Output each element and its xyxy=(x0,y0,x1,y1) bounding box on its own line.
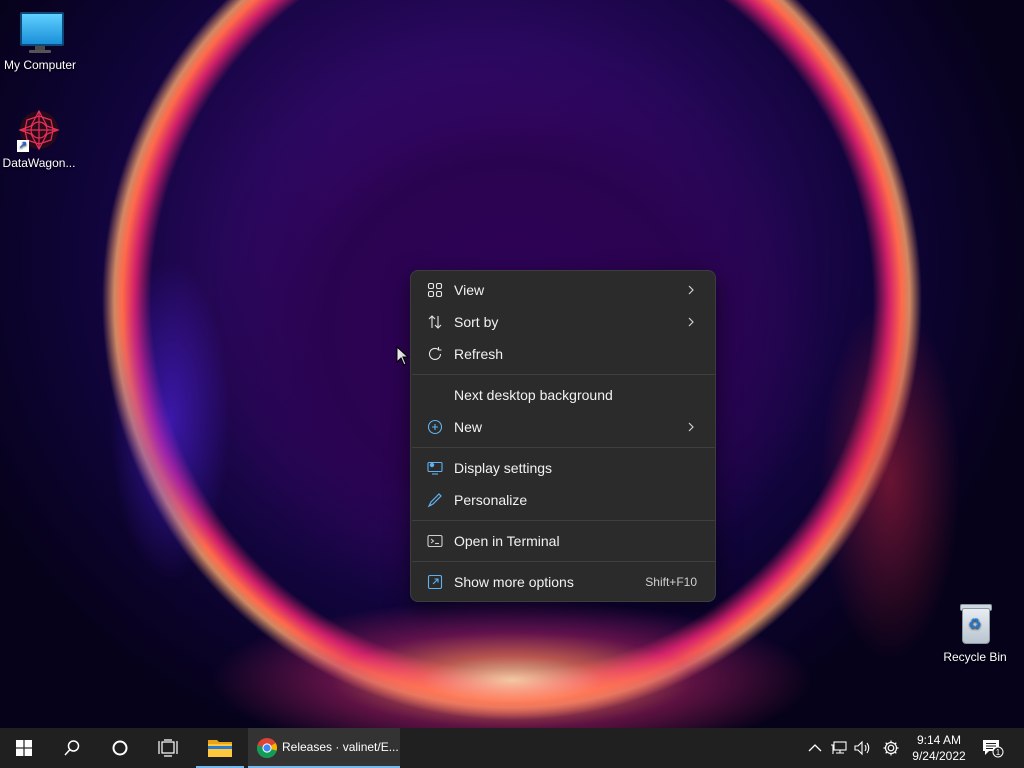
folder-icon xyxy=(208,740,232,757)
chevron-right-icon xyxy=(688,317,694,327)
menu-separator xyxy=(412,374,716,375)
desktop-icon-recycle-bin[interactable]: ♻ Recycle Bin xyxy=(935,602,1015,664)
network-icon xyxy=(831,741,847,754)
desktop-icon-label: Recycle Bin xyxy=(943,650,1007,664)
search-button[interactable] xyxy=(48,728,96,768)
wallpaper-glow-left xyxy=(100,260,240,580)
notification-count: 1 xyxy=(996,748,1001,757)
clock-time: 9:14 AM xyxy=(916,733,962,747)
menu-item-view[interactable]: View xyxy=(415,275,711,305)
chevron-up-icon xyxy=(808,744,822,752)
menu-item-label: Next desktop background xyxy=(454,387,613,403)
open-external-icon xyxy=(427,574,443,590)
desktop-icon-label: My Computer xyxy=(3,58,77,72)
menu-item-sort-by[interactable]: Sort by xyxy=(415,307,711,337)
desktop-icon-datawagon[interactable]: ↗ DataWagon... xyxy=(0,108,79,170)
menu-item-display-settings[interactable]: Display settings xyxy=(415,453,711,483)
sort-arrows-icon xyxy=(427,314,443,330)
taskbar-app-label: Releases · valinet/E... xyxy=(282,740,399,754)
menu-separator xyxy=(412,561,716,562)
menu-item-open-in-terminal[interactable]: Open in Terminal xyxy=(415,526,711,556)
menu-item-show-more-options[interactable]: Show more options Shift+F10 xyxy=(415,567,711,597)
menu-item-refresh[interactable]: Refresh xyxy=(415,339,711,369)
cortana-button[interactable] xyxy=(96,728,144,768)
settings-gear-icon xyxy=(883,740,899,756)
taskbar-clock[interactable]: 9:14 AM 9/24/2022 xyxy=(906,732,972,764)
volume-icon xyxy=(854,740,870,756)
task-view-button[interactable] xyxy=(144,728,192,768)
mouse-cursor-icon xyxy=(396,346,410,366)
menu-item-label: Sort by xyxy=(454,314,499,330)
menu-item-label: Open in Terminal xyxy=(454,533,560,549)
cortana-ring-icon xyxy=(112,740,128,756)
menu-item-label: Show more options xyxy=(454,574,574,590)
show-hidden-icons-button[interactable] xyxy=(806,738,824,758)
display-settings-icon xyxy=(427,460,443,476)
refresh-icon xyxy=(427,346,443,362)
menu-item-new[interactable]: New xyxy=(415,412,711,442)
desktop-wallpaper[interactable]: My Computer ↗ DataWagon... ♻ Recycle Bin… xyxy=(0,0,1024,728)
chevron-right-icon xyxy=(688,285,694,295)
start-button[interactable] xyxy=(0,728,48,768)
terminal-icon xyxy=(427,533,443,549)
search-icon xyxy=(64,740,80,756)
datawagon-shortcut-icon: ↗ xyxy=(17,108,61,152)
taskbar-file-explorer[interactable] xyxy=(196,728,244,768)
menu-item-next-desktop-background[interactable]: Next desktop background xyxy=(415,380,711,410)
windows-logo-icon xyxy=(16,740,32,756)
desktop-icon-my-computer[interactable]: My Computer xyxy=(0,10,80,72)
taskbar-chrome-window[interactable]: Releases · valinet/E... xyxy=(248,728,400,768)
menu-item-label: Personalize xyxy=(454,492,528,508)
notification-center-button[interactable]: 1 xyxy=(982,738,1004,758)
task-view-icon xyxy=(158,739,178,757)
notification-icon: 1 xyxy=(983,740,1004,758)
desktop-context-menu: View Sort by Refresh Next desktop backgr… xyxy=(410,270,716,602)
menu-item-label: New xyxy=(454,419,483,435)
recycle-bin-icon: ♻ xyxy=(953,602,997,646)
add-circle-icon xyxy=(427,419,443,435)
grid-icon xyxy=(427,282,443,298)
desktop-icon-label: DataWagon... xyxy=(2,156,76,170)
network-tray-button[interactable] xyxy=(830,738,848,758)
taskbar: Releases · valinet/E... 9:14 AM 9/24/202… xyxy=(0,728,1024,768)
menu-item-personalize[interactable]: Personalize xyxy=(415,485,711,515)
volume-tray-button[interactable] xyxy=(854,738,872,758)
menu-item-label: Display settings xyxy=(454,460,553,476)
chrome-icon xyxy=(256,738,278,759)
menu-separator xyxy=(412,447,716,448)
menu-separator xyxy=(412,520,716,521)
chevron-right-icon xyxy=(688,422,694,432)
clock-date: 9/24/2022 xyxy=(912,749,966,763)
pen-icon xyxy=(427,492,443,508)
keyboard-shortcut: Shift+F10 xyxy=(645,575,697,589)
menu-item-label: Refresh xyxy=(454,346,504,362)
monitor-icon xyxy=(18,10,64,54)
shortcut-arrow-icon: ↗ xyxy=(17,140,29,152)
settings-tray-button[interactable] xyxy=(882,738,900,758)
menu-item-label: View xyxy=(454,282,485,298)
